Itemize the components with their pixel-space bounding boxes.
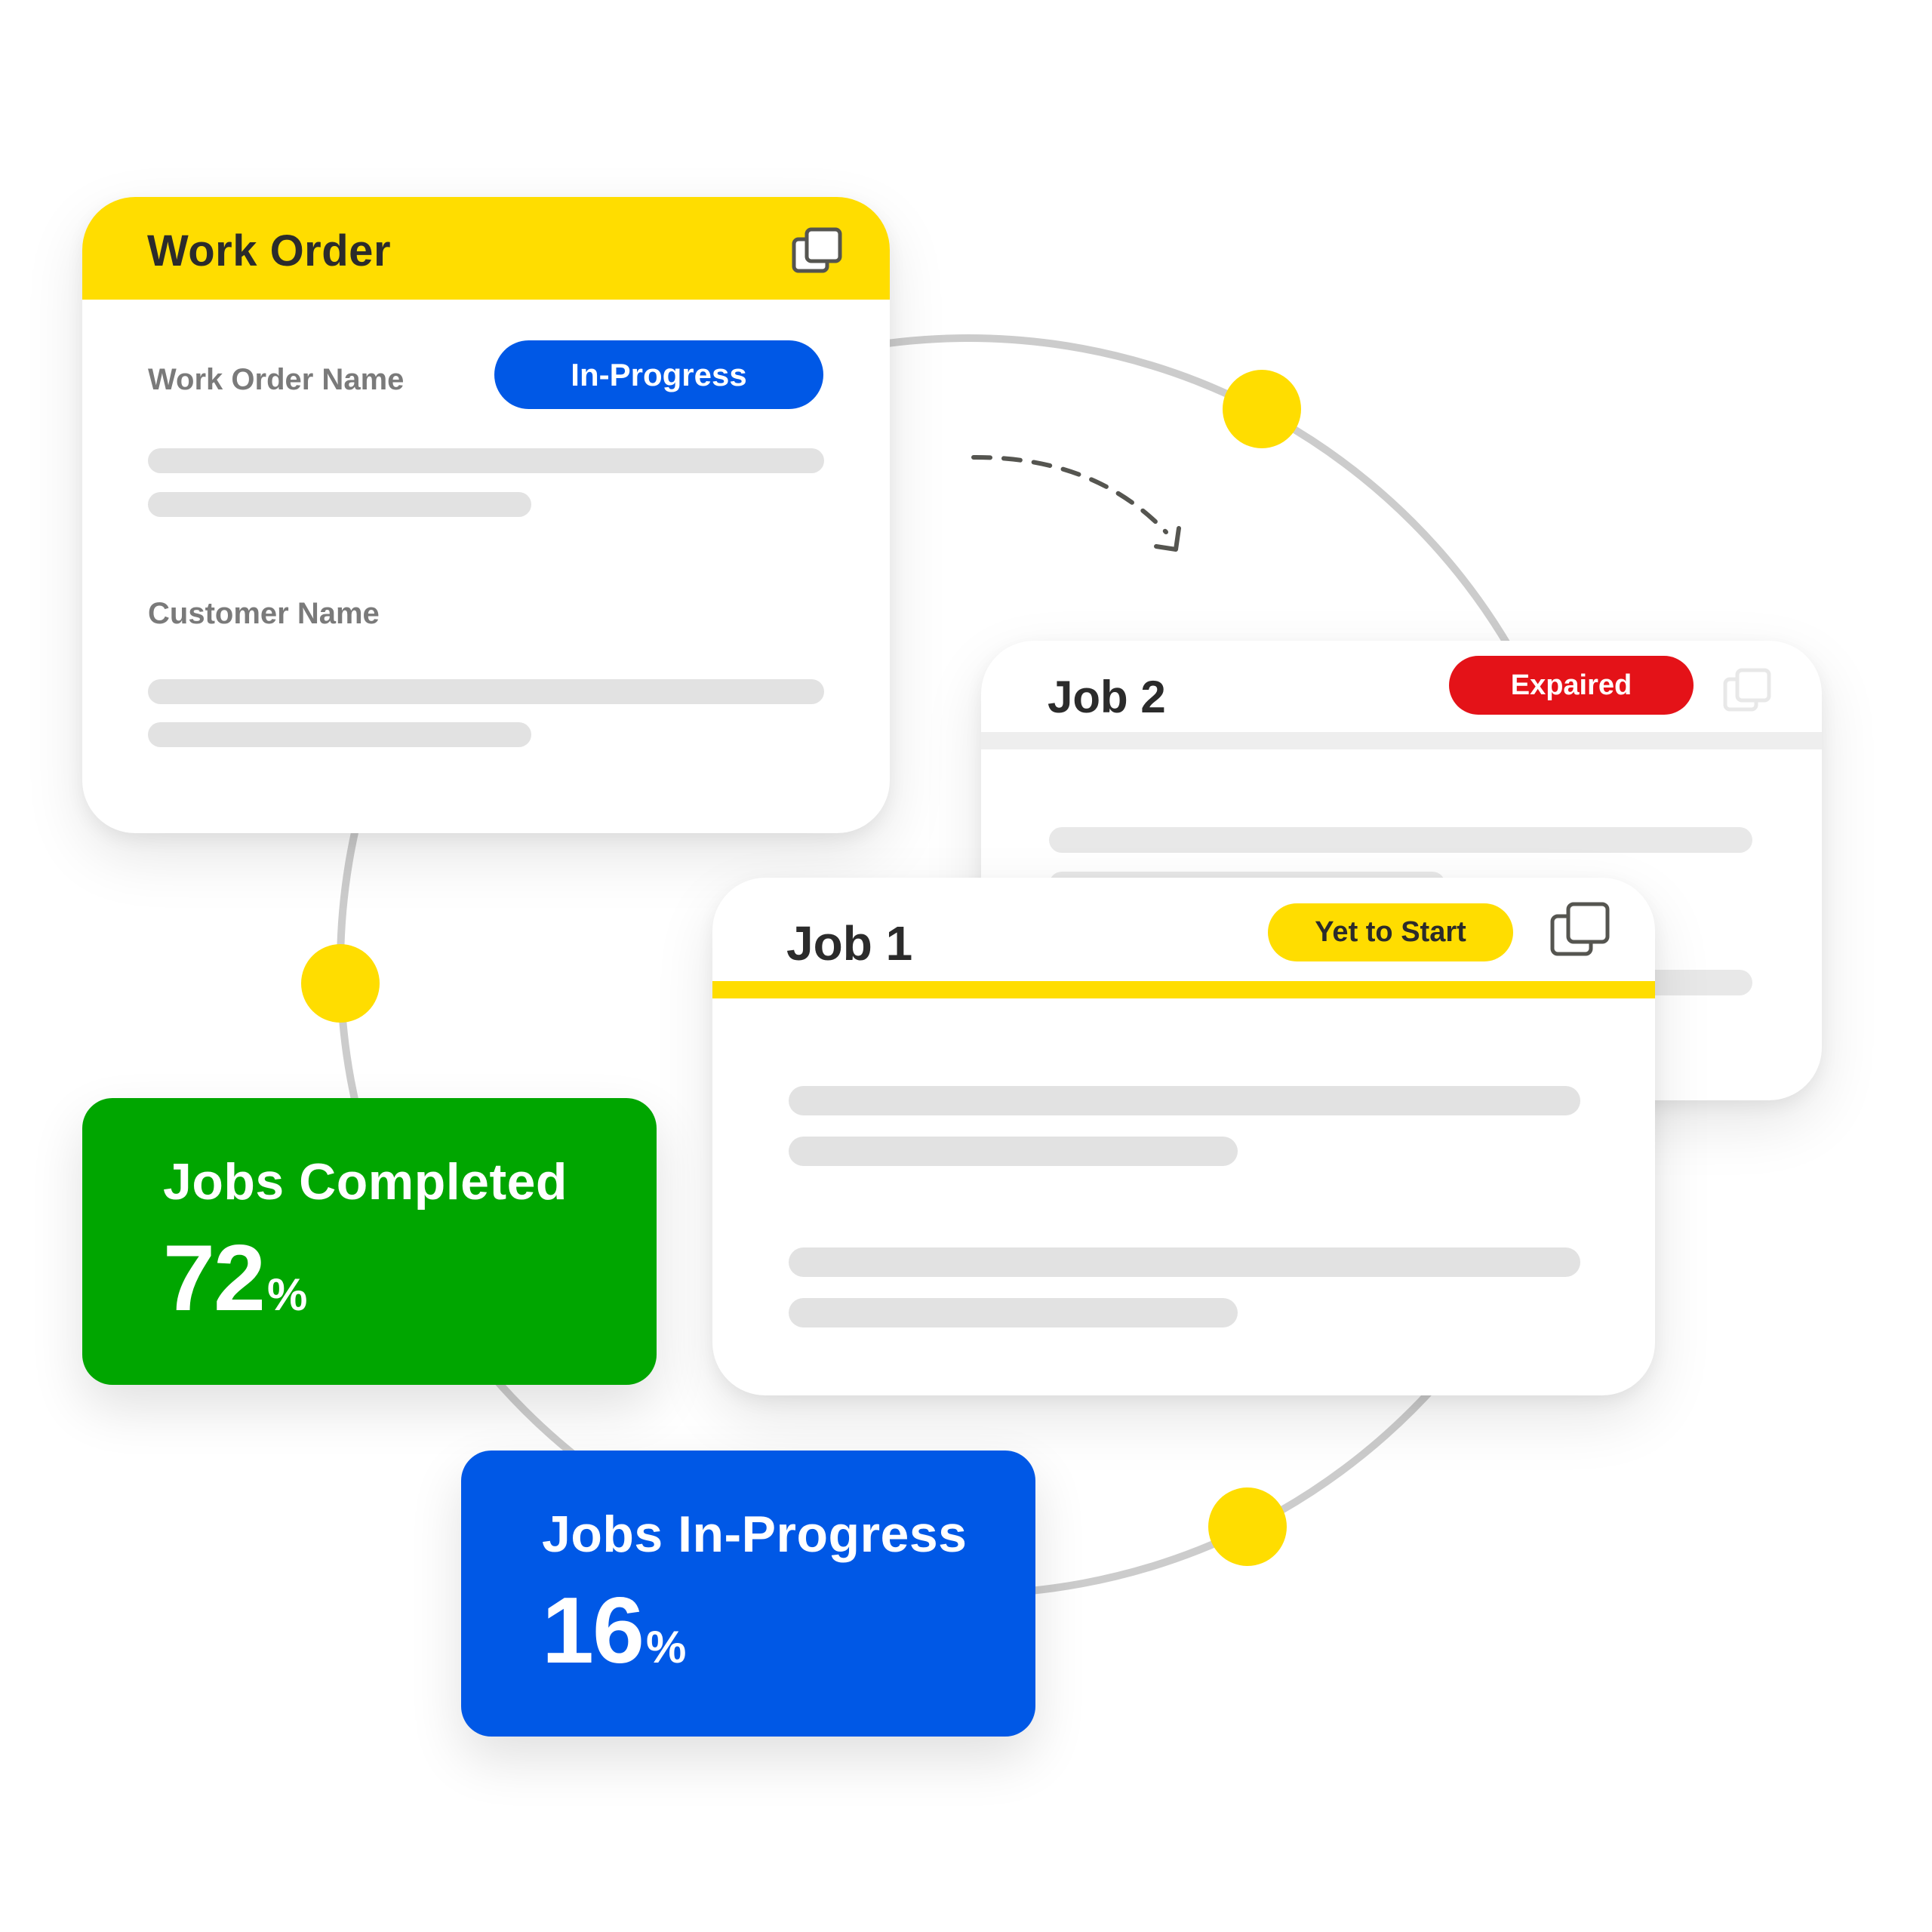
work-order-name-label: Work Order Name bbox=[148, 363, 405, 396]
jobs-in-progress-card: Jobs In-Progress 16% bbox=[461, 1451, 1035, 1737]
stat-number: 16 bbox=[542, 1579, 645, 1683]
skeleton-line bbox=[148, 448, 824, 473]
job-title: Job 2 bbox=[1048, 672, 1166, 722]
stat-label: Jobs In-Progress bbox=[542, 1506, 968, 1563]
skeleton-line bbox=[789, 1086, 1580, 1115]
copy-icon[interactable] bbox=[1550, 902, 1610, 956]
jobs-completed-card: Jobs Completed 72% bbox=[82, 1098, 657, 1385]
work-order-card[interactable]: Work Order Work Order Name In-Progress C… bbox=[82, 197, 890, 833]
work-order-title: Work Order bbox=[147, 226, 392, 275]
skeleton-line bbox=[148, 492, 531, 517]
connector-dot-top bbox=[1223, 370, 1301, 448]
skeleton-line bbox=[148, 679, 824, 704]
job-header-divider bbox=[712, 981, 1655, 998]
stat-value: 16% bbox=[542, 1577, 686, 1684]
connector-dot-bottom bbox=[1208, 1487, 1287, 1566]
flow-arrow bbox=[971, 454, 1168, 534]
skeleton-line bbox=[148, 722, 531, 747]
stat-label: Jobs Completed bbox=[163, 1153, 568, 1211]
status-badge-expired: Expaired bbox=[1449, 656, 1694, 715]
connector-dot-left bbox=[301, 944, 380, 1023]
skeleton-line bbox=[789, 1247, 1580, 1277]
skeleton-line bbox=[789, 1137, 1238, 1166]
stat-value: 72% bbox=[163, 1225, 307, 1332]
stat-unit: % bbox=[266, 1269, 308, 1320]
job-title: Job 1 bbox=[786, 916, 913, 971]
job-header-divider bbox=[981, 732, 1822, 749]
status-badge-in-progress: In-Progress bbox=[494, 340, 823, 409]
skeleton-line bbox=[1049, 827, 1752, 853]
skeleton-line bbox=[789, 1298, 1238, 1327]
stat-unit: % bbox=[645, 1622, 687, 1672]
customer-name-label: Customer Name bbox=[148, 597, 380, 630]
stat-number: 72 bbox=[163, 1226, 266, 1331]
copy-icon[interactable] bbox=[792, 227, 843, 274]
status-badge-yet-to-start: Yet to Start bbox=[1268, 903, 1513, 961]
copy-icon[interactable] bbox=[1723, 668, 1771, 712]
work-order-header: Work Order bbox=[82, 197, 890, 300]
job-card-1[interactable]: Job 1 Yet to Start bbox=[712, 878, 1655, 1395]
